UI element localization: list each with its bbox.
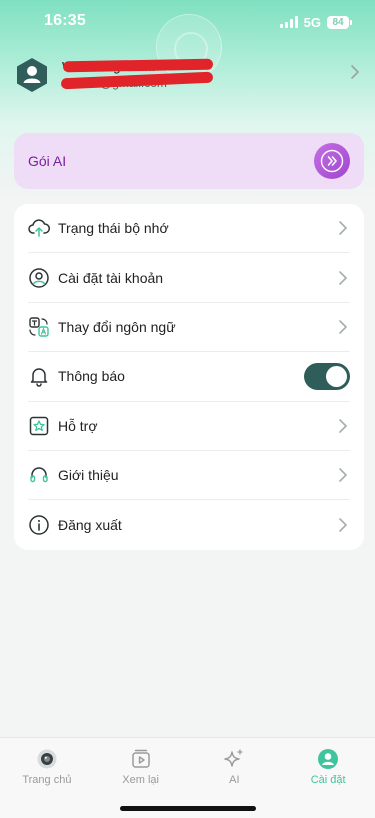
menu-item-label: Thông báo — [58, 368, 125, 385]
menu-item-label: Hỗ trợ — [58, 417, 98, 434]
double-chevron-right-icon — [320, 149, 344, 173]
home-indicator — [120, 806, 256, 811]
menu-item-support[interactable]: Hỗ trợ — [28, 402, 350, 451]
tab-ai[interactable]: AI — [188, 738, 282, 790]
redaction-mark — [62, 58, 214, 73]
camera-icon — [36, 748, 58, 770]
chevron-right-icon — [336, 468, 350, 482]
signal-icon — [279, 16, 298, 28]
menu-item-logout[interactable]: Đăng xuất — [28, 500, 350, 549]
playback-icon — [130, 748, 152, 770]
info-icon — [28, 514, 50, 536]
menu-item-label: Giới thiệu — [58, 467, 119, 484]
chevron-right-icon — [336, 270, 350, 285]
user-icon — [317, 748, 339, 770]
chevron-right-icon — [336, 320, 350, 334]
battery-icon: 84 — [327, 15, 352, 29]
network-type: 5G — [303, 14, 321, 30]
status-time: 16:35 — [44, 12, 86, 29]
bell-icon — [28, 365, 50, 388]
notifications-toggle[interactable] — [304, 362, 350, 390]
tab-settings[interactable]: Cài đặt — [281, 738, 375, 790]
menu-item-notifications[interactable]: Thông báo — [28, 352, 350, 402]
status-bar: 16:35 5G 84 — [0, 0, 375, 44]
menu-item-about[interactable]: Giới thiệu — [28, 451, 350, 501]
translate-icon — [28, 316, 50, 338]
tab-label: Trang chủ — [22, 774, 72, 786]
chevron-right-icon — [350, 65, 360, 84]
menu-item-label: Trạng thái bộ nhớ — [58, 220, 169, 237]
chevron-right-icon — [336, 518, 350, 532]
ai-plan-label: Gói AI — [28, 153, 67, 169]
chevron-right-icon — [336, 221, 350, 235]
avatar-hexagon-icon — [17, 58, 47, 92]
tab-playback[interactable]: Xem lại — [94, 738, 188, 790]
ai-plan-card[interactable]: Gói AI — [14, 133, 364, 189]
user-circle-icon — [28, 267, 50, 289]
menu-item-account-settings[interactable]: Cài đặt tài khoản — [28, 253, 350, 303]
sparkle-icon — [223, 748, 245, 770]
tab-label: Cài đặt — [310, 774, 346, 786]
menu-item-label: Cài đặt tài khoản — [58, 269, 164, 286]
profile-info: W...........gmail... w.........@gmail.co… — [60, 55, 331, 95]
tab-home[interactable]: Trang chủ — [0, 738, 94, 790]
avatar — [14, 56, 50, 94]
settings-menu: Trạng thái bộ nhớ Cài đặt tài khoản Thay… — [14, 204, 364, 550]
tab-label: Xem lại — [122, 774, 159, 786]
ai-plan-button[interactable] — [314, 143, 350, 179]
menu-item-label: Thay đổi ngôn ngữ — [58, 318, 176, 335]
headset-icon — [28, 464, 50, 486]
menu-item-storage-status[interactable]: Trạng thái bộ nhớ — [28, 204, 350, 254]
status-indicators: 5G 84 — [279, 14, 352, 30]
menu-item-change-language[interactable]: Thay đổi ngôn ngữ — [28, 303, 350, 353]
star-badge-icon — [28, 415, 50, 437]
chevron-right-icon — [336, 418, 350, 433]
tab-label: AI — [229, 774, 240, 786]
menu-item-label: Đăng xuất — [58, 517, 122, 534]
cloud-upload-icon — [28, 217, 50, 239]
profile-row[interactable]: W...........gmail... w.........@gmail.co… — [14, 52, 364, 98]
